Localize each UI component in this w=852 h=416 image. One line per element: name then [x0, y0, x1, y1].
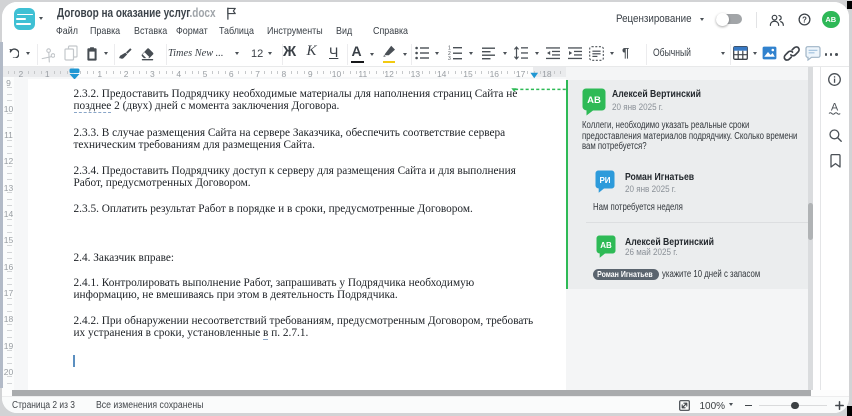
svg-text:?: ? — [802, 15, 807, 24]
svg-text:3: 3 — [448, 56, 451, 60]
svg-text:РИ: РИ — [599, 176, 610, 185]
svg-text:АВ: АВ — [600, 241, 612, 250]
svg-text:А: А — [831, 102, 839, 114]
svg-text:АВ: АВ — [587, 95, 601, 106]
